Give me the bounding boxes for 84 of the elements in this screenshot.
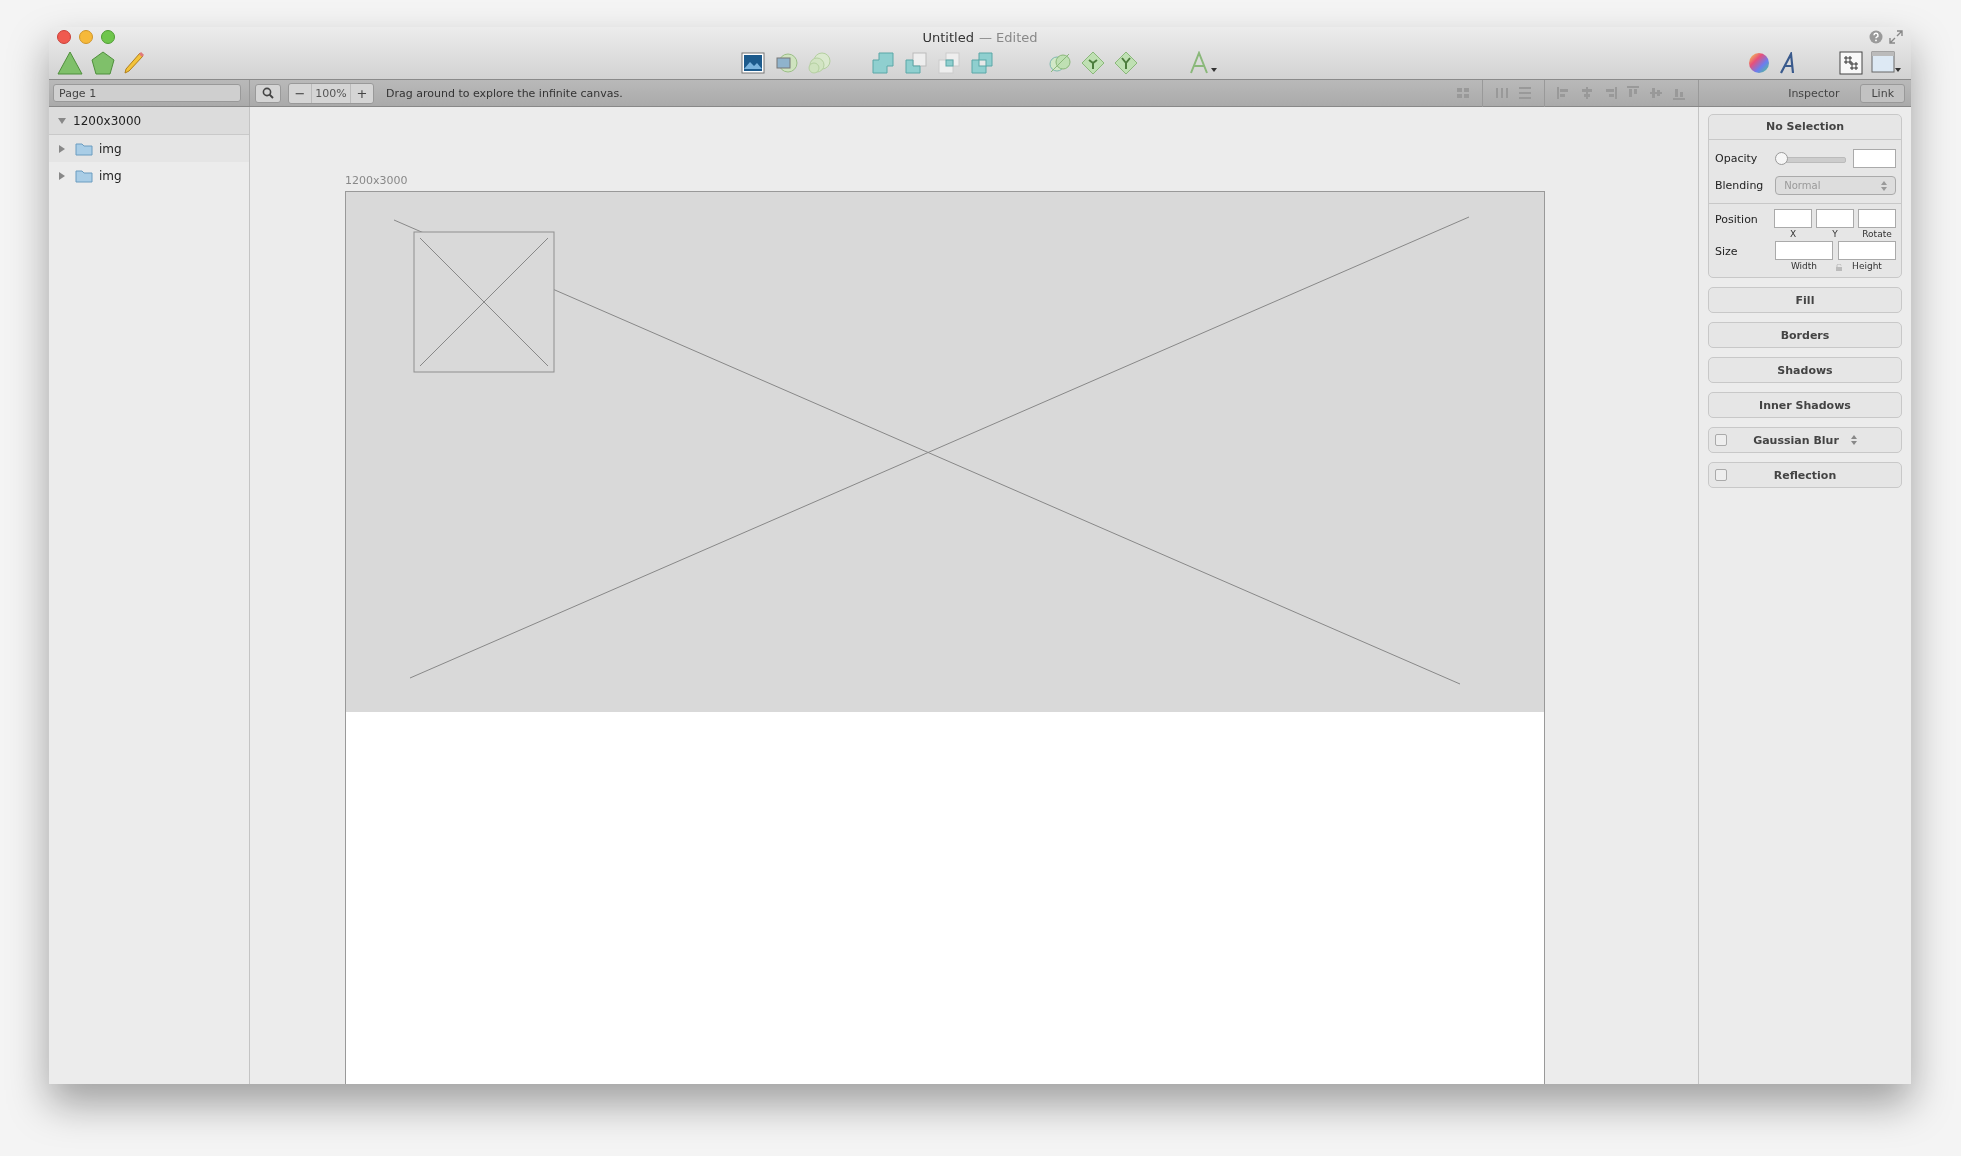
help-icon[interactable] bbox=[1869, 30, 1883, 44]
field-caption: Width bbox=[1790, 260, 1818, 273]
section-header[interactable]: Inner Shadows bbox=[1708, 392, 1902, 418]
field-label: Position bbox=[1715, 213, 1759, 226]
masked-image-icon[interactable] bbox=[774, 52, 798, 74]
checkbox[interactable] bbox=[1715, 434, 1727, 446]
position-field[interactable] bbox=[1858, 209, 1896, 228]
section-header[interactable]: Borders bbox=[1708, 322, 1902, 348]
grid-distribute-icon[interactable] bbox=[1456, 86, 1470, 100]
size-field[interactable] bbox=[1775, 241, 1833, 260]
field-caption: Height bbox=[1852, 260, 1882, 273]
grid-view-icon[interactable] bbox=[1839, 51, 1863, 75]
field-label: Size bbox=[1715, 245, 1739, 258]
size-field[interactable] bbox=[1838, 241, 1896, 260]
link-shapes-icon[interactable] bbox=[1048, 52, 1072, 74]
minimize-button[interactable] bbox=[79, 30, 93, 44]
position-field[interactable] bbox=[1774, 209, 1812, 228]
position-field[interactable] bbox=[1816, 209, 1854, 228]
artboard[interactable] bbox=[345, 191, 1545, 1084]
opacity-slider[interactable] bbox=[1774, 151, 1846, 166]
zoom-in-button[interactable]: + bbox=[351, 85, 373, 101]
text-tool-icon[interactable] bbox=[1188, 51, 1218, 75]
merge-icon[interactable] bbox=[1081, 51, 1105, 75]
stepper-icon bbox=[1881, 180, 1887, 191]
folder-icon bbox=[75, 168, 93, 183]
align-right-icon[interactable] bbox=[1603, 86, 1617, 100]
section-header[interactable]: Gaussian Blur bbox=[1708, 427, 1902, 453]
layer-name: img bbox=[99, 141, 122, 156]
page-field[interactable]: Page 1 bbox=[53, 84, 241, 102]
stepper-icon[interactable] bbox=[1850, 435, 1857, 445]
field-label: Opacity bbox=[1715, 152, 1759, 165]
align-bottom-icon[interactable] bbox=[1672, 86, 1686, 100]
search-button[interactable] bbox=[255, 83, 281, 103]
align-left-icon[interactable] bbox=[1557, 86, 1571, 100]
fullscreen-icon[interactable] bbox=[1889, 30, 1903, 44]
zoom-button[interactable] bbox=[101, 30, 115, 44]
close-button[interactable] bbox=[57, 30, 71, 44]
layer-item[interactable]: img bbox=[49, 162, 249, 189]
split-icon[interactable] bbox=[1114, 51, 1138, 75]
field-caption: Y bbox=[1832, 228, 1838, 241]
pencil-icon[interactable] bbox=[123, 51, 145, 75]
artboard-layer[interactable]: 1200x3000 bbox=[49, 107, 249, 135]
section-header[interactable]: Reflection bbox=[1708, 462, 1902, 488]
intersect-icon[interactable] bbox=[937, 52, 961, 74]
checkbox[interactable] bbox=[1715, 469, 1727, 481]
align-top-icon[interactable] bbox=[1626, 86, 1640, 100]
lock-icon[interactable] bbox=[1836, 264, 1842, 271]
layer-name: img bbox=[99, 168, 122, 183]
align-center-icon[interactable] bbox=[1580, 86, 1594, 100]
edited-status: — Edited bbox=[978, 30, 1038, 45]
disclosure-icon[interactable] bbox=[57, 115, 67, 126]
panel-title: No Selection bbox=[1709, 115, 1901, 140]
pentagon-icon[interactable] bbox=[91, 51, 115, 75]
field-label: Blending bbox=[1715, 179, 1765, 192]
section-header[interactable]: Shadows bbox=[1708, 357, 1902, 383]
opacity-field[interactable] bbox=[1852, 149, 1896, 168]
layer-item[interactable]: img bbox=[49, 135, 249, 162]
inspector-tab[interactable]: Link bbox=[1860, 83, 1905, 103]
image-icon[interactable] bbox=[741, 52, 765, 74]
distribute-rows-icon[interactable] bbox=[1518, 86, 1532, 100]
union-icon[interactable] bbox=[871, 52, 895, 74]
hint-text: Drag around to explore the infinite canvas. bbox=[386, 86, 623, 100]
disclosure-icon[interactable] bbox=[57, 170, 67, 181]
disclosure-icon[interactable] bbox=[57, 143, 67, 154]
section-header[interactable]: Fill bbox=[1708, 287, 1902, 313]
field-caption: X bbox=[1789, 228, 1797, 241]
folder-icon bbox=[75, 141, 93, 156]
layer-name: 1200x3000 bbox=[73, 113, 142, 128]
inspector-tab[interactable]: Inspector bbox=[1777, 83, 1851, 103]
triangle-icon[interactable] bbox=[57, 51, 83, 75]
field-caption: Rotate bbox=[1862, 228, 1892, 241]
artboard-label: 1200x3000 bbox=[345, 174, 408, 187]
subtract-icon[interactable] bbox=[904, 52, 928, 74]
slider-thumb[interactable] bbox=[1774, 151, 1788, 165]
circles-icon[interactable] bbox=[807, 52, 831, 74]
color-wheel-icon[interactable] bbox=[1748, 52, 1770, 74]
difference-icon[interactable] bbox=[970, 52, 994, 74]
window-layout-icon[interactable] bbox=[1871, 51, 1901, 75]
align-middle-icon[interactable] bbox=[1649, 86, 1663, 100]
zoom-value: 100% bbox=[311, 83, 351, 103]
window-title: Untitled bbox=[922, 30, 974, 45]
distribute-columns-icon[interactable] bbox=[1495, 86, 1509, 100]
search-icon bbox=[262, 87, 274, 99]
zoom-out-button[interactable]: − bbox=[289, 85, 311, 101]
